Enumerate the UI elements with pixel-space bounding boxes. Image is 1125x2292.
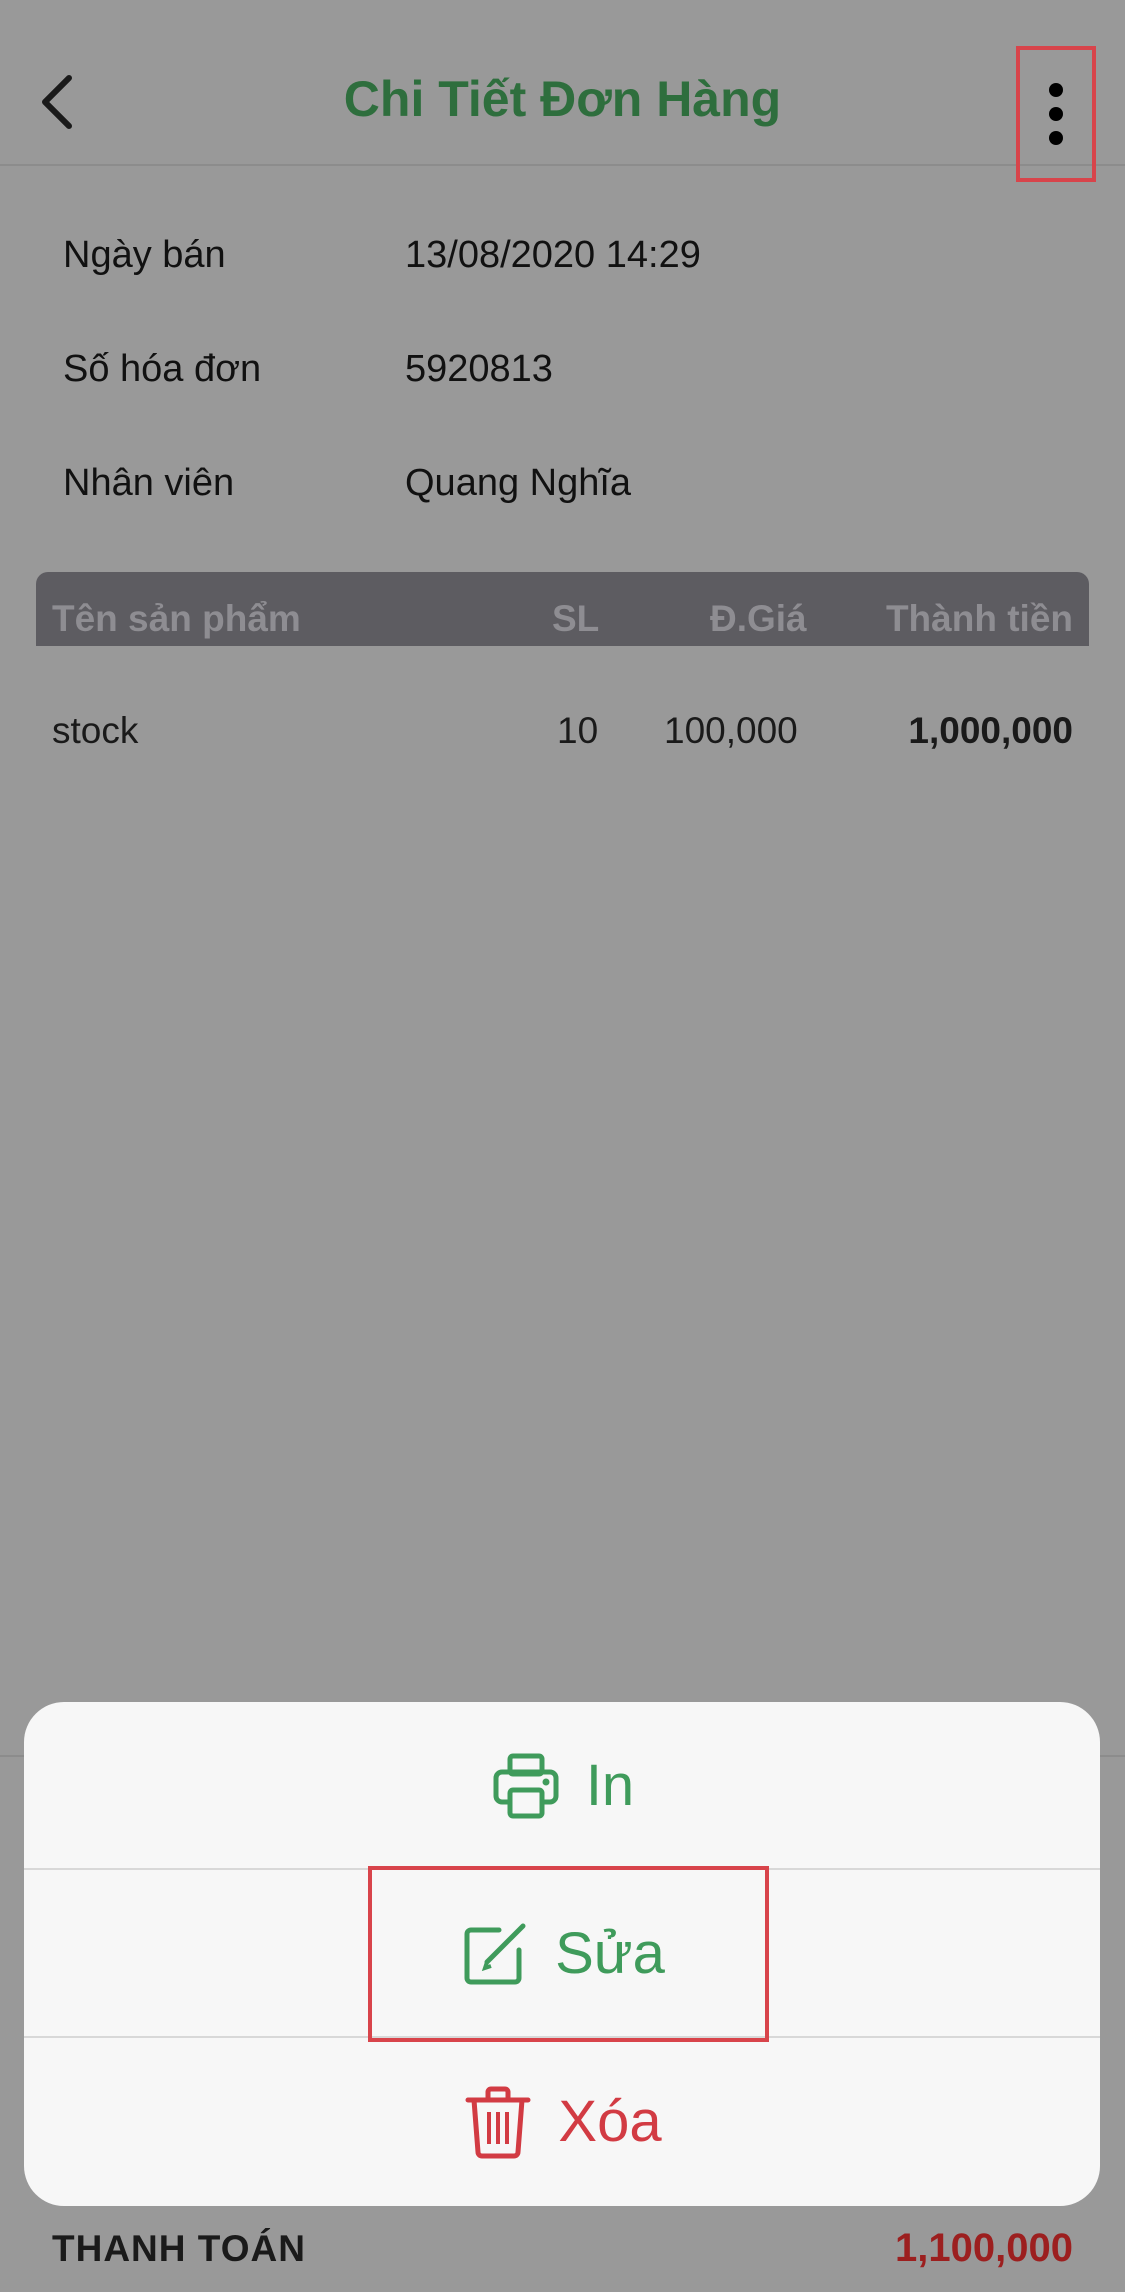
table-row[interactable]: stock 10 100,000 1,000,000 [36,710,1089,770]
invoice-label: Số hóa đơn [63,348,262,390]
staff-label: Nhân viên [63,462,235,504]
invoice-row: Số hóa đơn 5920813 [63,348,1063,408]
row-product: stock [52,710,139,751]
delete-label: Xóa [558,2089,662,2154]
sale-date-row: Ngày bán 13/08/2020 14:29 [63,234,1063,294]
column-product: Tên sản phẩm [52,598,301,639]
row-total: 1,000,000 [908,710,1073,751]
row-price: 100,000 [664,710,798,751]
column-qty: SL [552,598,600,639]
vertical-dots-icon [1049,83,1063,97]
page-title: Chi Tiết Đơn Hàng [343,71,782,127]
table-header: Tên sản phẩm SL Đ.Giá Thành tiền [36,572,1089,646]
more-options-button[interactable] [1016,46,1096,182]
vertical-dots-icon-dot-3 [1049,131,1063,145]
staff-value: Quang Nghĩa [405,462,632,504]
sale-date-value: 13/08/2020 14:29 [405,234,701,276]
trash-icon [465,2086,531,2158]
row-qty: 10 [557,710,599,751]
payment-total: 1,100,000 [895,2226,1073,2270]
invoice-value: 5920813 [405,348,553,390]
printer-icon [493,1753,559,1818]
delete-button[interactable]: Xóa [24,2038,1100,2205]
print-label: In [585,1753,635,1818]
header-bar: Chi Tiết Đơn Hàng [0,0,1125,182]
sale-date-label: Ngày bán [63,234,226,276]
staff-row: Nhân viên Quang Nghĩa [63,462,1063,522]
print-button[interactable]: In [24,1702,1100,1869]
column-total: Thành tiền [885,598,1073,639]
vertical-dots-icon-dot-2 [1049,107,1063,121]
column-price: Đ.Giá [710,598,807,639]
payment-label: THANH TOÁN [52,2228,306,2269]
edit-highlight-box [368,1866,769,2042]
